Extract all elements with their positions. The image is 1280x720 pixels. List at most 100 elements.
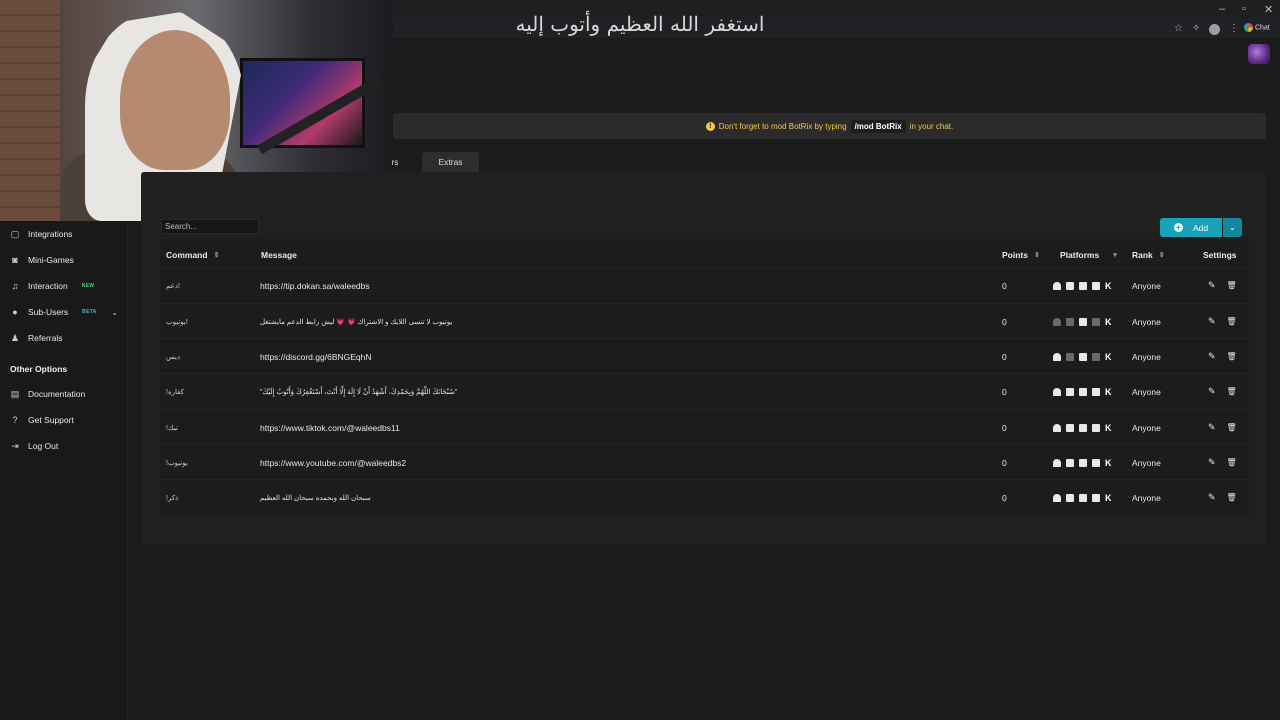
twitch-icon[interactable] bbox=[1066, 493, 1074, 502]
tab-extras[interactable]: Extras bbox=[422, 152, 479, 172]
user-avatar[interactable] bbox=[1248, 44, 1270, 64]
trovo-icon[interactable] bbox=[1092, 352, 1100, 361]
header-platforms: Platforms ▾ bbox=[1060, 250, 1117, 260]
new-badge: NEW bbox=[81, 283, 95, 289]
kick-green-icon[interactable] bbox=[1053, 423, 1061, 432]
header-command[interactable]: Command ⇕ bbox=[166, 249, 219, 261]
kick-green-icon[interactable] bbox=[1053, 317, 1061, 326]
edit-icon[interactable]: ✎ bbox=[1208, 422, 1216, 433]
add-button[interactable]: + Add bbox=[1160, 218, 1222, 237]
referrals-icon: ♟ bbox=[10, 332, 20, 343]
message-cell: "سُبْحَانَكَ اللَّهُمَّ وَبِحَمْدِكَ، أَ… bbox=[260, 388, 458, 396]
kick-green-icon[interactable] bbox=[1053, 281, 1061, 290]
youtube-icon[interactable] bbox=[1079, 458, 1087, 467]
table-row: !تيك https://www.tiktok.com/@waleedbs11 0 K… bbox=[160, 409, 1249, 444]
delete-icon[interactable]: 🗑 bbox=[1227, 458, 1237, 467]
maximize-icon[interactable]: ▫ bbox=[1242, 3, 1246, 15]
sort-icon[interactable]: ⇕ bbox=[214, 251, 220, 259]
overlay-text: استغفر الله العظيم وأتوب إليه bbox=[515, 12, 765, 36]
edit-icon[interactable]: ✎ bbox=[1208, 280, 1216, 291]
twitch-icon[interactable] bbox=[1066, 352, 1074, 361]
edit-icon[interactable]: ✎ bbox=[1208, 457, 1216, 468]
kick-green-icon[interactable] bbox=[1053, 493, 1061, 502]
twitch-icon[interactable] bbox=[1066, 281, 1074, 290]
sidebar-item-documentation[interactable]: ▤ Documentation bbox=[10, 386, 122, 402]
command-cell: !تيك bbox=[166, 424, 178, 432]
points-cell: 0 bbox=[1002, 422, 1007, 433]
minimize-icon[interactable]: – bbox=[1219, 3, 1225, 15]
menu-icon[interactable]: ⋮ bbox=[1229, 23, 1239, 34]
youtube-icon[interactable] bbox=[1079, 281, 1087, 290]
sort-icon[interactable]: ⇕ bbox=[1034, 251, 1040, 259]
kick-icon[interactable]: K bbox=[1105, 458, 1112, 468]
sidebar-item-get-support[interactable]: ? Get Support bbox=[10, 412, 122, 428]
delete-icon[interactable]: 🗑 bbox=[1227, 317, 1237, 326]
kick-green-icon[interactable] bbox=[1053, 352, 1061, 361]
message-cell: https://www.youtube.com/@waleedbs2 bbox=[260, 457, 407, 468]
search-input[interactable] bbox=[161, 219, 259, 234]
sidebar-item-referrals[interactable]: ♟ Referrals bbox=[10, 330, 122, 346]
settings-cell: ✎ 🗑 bbox=[1208, 445, 1237, 480]
trovo-icon[interactable] bbox=[1092, 493, 1100, 502]
trovo-icon[interactable] bbox=[1092, 281, 1100, 290]
extensions-icon[interactable]: ✧ bbox=[1192, 23, 1200, 34]
header-rank[interactable]: Rank ⇕ bbox=[1132, 249, 1165, 261]
integrations-icon: ▢ bbox=[10, 228, 20, 239]
users-icon: ● bbox=[12, 307, 18, 317]
kick-green-icon[interactable] bbox=[1053, 387, 1061, 396]
trovo-icon[interactable] bbox=[1092, 387, 1100, 396]
kick-icon[interactable]: K bbox=[1105, 423, 1112, 433]
edit-icon[interactable]: ✎ bbox=[1208, 492, 1216, 503]
kick-icon[interactable]: K bbox=[1105, 493, 1112, 503]
points-cell: 0 bbox=[1002, 457, 1007, 468]
message-cell: https://discord.gg/6BNGEqhN bbox=[260, 351, 372, 362]
header-points[interactable]: Points ⇕ bbox=[1002, 249, 1040, 261]
sidebar-item-mini-games[interactable]: ◙ Mini-Games bbox=[10, 252, 122, 268]
edit-icon[interactable]: ✎ bbox=[1208, 316, 1216, 327]
sidebar-item-integrations[interactable]: ▢ Integrations bbox=[10, 226, 122, 242]
rank-cell: Anyone bbox=[1132, 280, 1161, 291]
delete-icon[interactable]: 🗑 bbox=[1227, 387, 1237, 396]
message-cell: https://tip.dokan.sa/waleedbs bbox=[260, 280, 370, 291]
edit-icon[interactable]: ✎ bbox=[1208, 351, 1216, 362]
twitch-icon[interactable] bbox=[1066, 317, 1074, 326]
twitch-icon[interactable] bbox=[1066, 387, 1074, 396]
delete-icon[interactable]: 🗑 bbox=[1227, 281, 1237, 290]
sidebar-item-log-out[interactable]: ⇥ Log Out bbox=[10, 438, 122, 454]
edit-icon[interactable]: ✎ bbox=[1208, 386, 1216, 397]
youtube-icon[interactable] bbox=[1079, 387, 1087, 396]
delete-icon[interactable]: 🗑 bbox=[1227, 423, 1237, 432]
twitch-icon[interactable] bbox=[1066, 423, 1074, 432]
tab-partial[interactable]: rs bbox=[380, 152, 410, 172]
kick-icon[interactable]: K bbox=[1105, 317, 1112, 327]
table-row: !ذكر سبحان الله وبحمده سبحان الله العظيم 0… bbox=[160, 479, 1249, 514]
close-icon[interactable]: ✕ bbox=[1264, 3, 1273, 16]
delete-icon[interactable]: 🗑 bbox=[1227, 493, 1237, 502]
youtube-icon[interactable] bbox=[1079, 493, 1087, 502]
sidebar-item-sub-users[interactable]: ● Sub-Users BETA ⌄ bbox=[10, 304, 122, 320]
youtube-icon[interactable] bbox=[1079, 352, 1087, 361]
kick-icon[interactable]: K bbox=[1105, 352, 1112, 362]
sidebar-item-interaction[interactable]: ♫ Interaction NEW bbox=[10, 278, 122, 294]
trovo-icon[interactable] bbox=[1092, 423, 1100, 432]
chevron-down-icon[interactable]: ⌄ bbox=[111, 308, 118, 317]
twitch-icon[interactable] bbox=[1066, 458, 1074, 467]
star-icon[interactable]: ☆ bbox=[1174, 23, 1183, 34]
filter-icon[interactable]: ▾ bbox=[1113, 251, 1117, 259]
settings-cell: ✎ 🗑 bbox=[1208, 304, 1237, 339]
youtube-icon[interactable] bbox=[1079, 317, 1087, 326]
trovo-icon[interactable] bbox=[1092, 458, 1100, 467]
chat-button[interactable]: Chat bbox=[1244, 23, 1270, 32]
sort-icon[interactable]: ⇕ bbox=[1159, 251, 1165, 259]
kick-icon[interactable]: K bbox=[1105, 281, 1112, 291]
delete-icon[interactable]: 🗑 bbox=[1227, 352, 1237, 361]
profile-avatar[interactable] bbox=[1209, 24, 1220, 35]
add-dropdown-button[interactable]: ⌄ bbox=[1223, 218, 1242, 237]
kick-icon[interactable]: K bbox=[1105, 387, 1112, 397]
table-row: !يوتيوب https://www.youtube.com/@waleedbs… bbox=[160, 444, 1249, 479]
command-cell: ديس bbox=[166, 353, 180, 361]
youtube-icon[interactable] bbox=[1079, 423, 1087, 432]
book-icon: ▤ bbox=[10, 388, 20, 399]
kick-green-icon[interactable] bbox=[1053, 458, 1061, 467]
trovo-icon[interactable] bbox=[1092, 317, 1100, 326]
